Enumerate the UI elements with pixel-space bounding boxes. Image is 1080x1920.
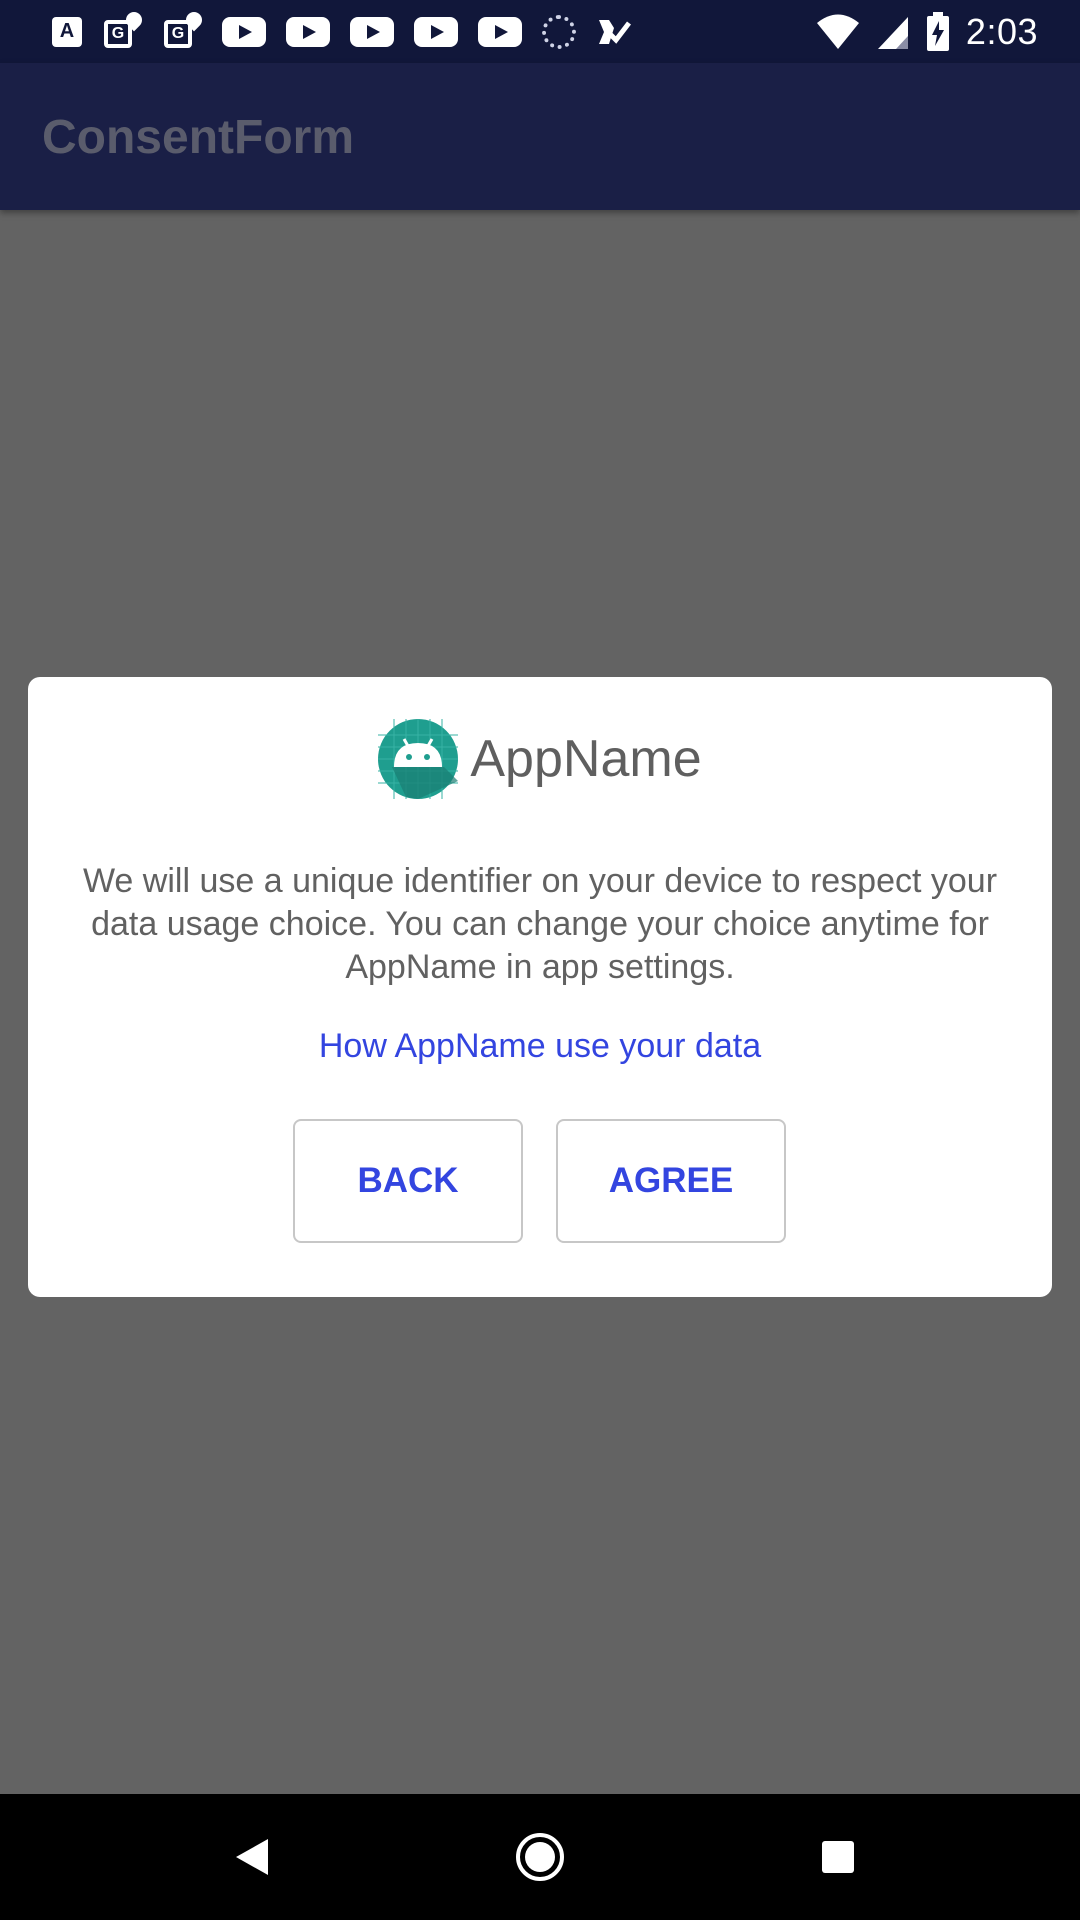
- maps-pin-icon: G: [162, 8, 206, 52]
- wifi-icon: [816, 14, 860, 50]
- youtube-icon: [222, 16, 266, 47]
- app-title: ConsentForm: [42, 111, 354, 164]
- status-bar: A G G 2:03: [0, 0, 1080, 63]
- navigation-bar: [0, 1794, 1080, 1920]
- consent-message: We will use a unique identifier on your …: [82, 862, 998, 986]
- system-icons: 2:03: [816, 0, 1038, 63]
- battery-charging-icon: [926, 11, 950, 52]
- youtube-icon: [350, 16, 394, 47]
- loading-icon: [542, 14, 576, 49]
- dialog-header: AppName: [28, 719, 1052, 799]
- android-app-icon: [378, 719, 459, 799]
- dialog-app-name: AppName: [470, 730, 702, 788]
- notification-icons: A G G: [52, 0, 632, 63]
- data-usage-link[interactable]: How AppName use your data: [28, 1027, 1052, 1066]
- youtube-icon: [478, 16, 522, 47]
- status-time: 2:03: [965, 10, 1038, 52]
- youtube-icon: [286, 16, 330, 47]
- home-nav-icon[interactable]: [508, 1794, 572, 1920]
- recents-nav-icon[interactable]: [818, 1794, 858, 1920]
- signal-icon: [876, 14, 910, 50]
- tasks-icon: [596, 14, 632, 50]
- consent-dialog: AppName We will use a unique identifier …: [28, 677, 1052, 1297]
- app-bar: ConsentForm: [0, 63, 1080, 210]
- maps-pin-icon: G: [102, 8, 146, 52]
- a-translate-icon: A: [52, 16, 82, 47]
- back-nav-icon[interactable]: [222, 1794, 282, 1920]
- youtube-icon: [414, 16, 458, 47]
- back-button[interactable]: BACK: [293, 1119, 523, 1243]
- agree-button[interactable]: AGREE: [556, 1119, 786, 1243]
